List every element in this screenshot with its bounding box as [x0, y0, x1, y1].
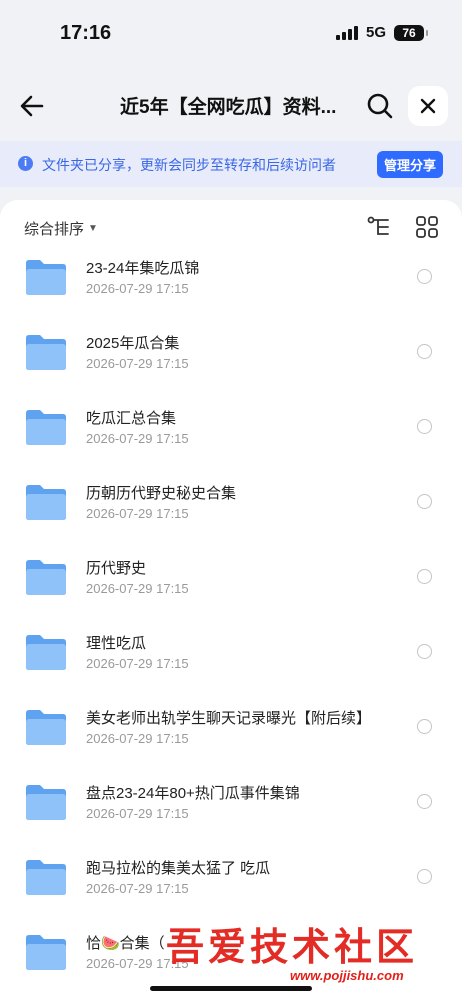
- folder-icon: [26, 935, 66, 970]
- file-name: 历朝历代野史秘史合集: [86, 485, 237, 502]
- close-icon: [420, 98, 436, 114]
- file-name: 吃瓜汇总合集: [86, 410, 177, 427]
- file-list: 23-24年集吃瓜锦 2026-07-29 17:15 2025年瓜合集 202…: [0, 245, 462, 995]
- file-date: 2026-07-29 17:15: [86, 431, 189, 446]
- folder-icon: [26, 710, 66, 745]
- manage-share-button[interactable]: 管理分享: [377, 151, 443, 178]
- tree-view-icon: [367, 216, 389, 235]
- list-item[interactable]: 23-24年集吃瓜锦 2026-07-29 17:15: [0, 245, 462, 320]
- status-time: 17:16: [60, 22, 112, 44]
- file-name: 恰🍉合集（: [86, 935, 165, 952]
- file-name: 理性吃瓜: [86, 635, 147, 652]
- list-item[interactable]: 盘点23-24年80+热门瓜事件集锦 2026-07-29 17:15: [0, 770, 462, 845]
- signal-icon: [335, 25, 358, 40]
- search-icon: [367, 93, 393, 119]
- select-checkbox[interactable]: [417, 794, 432, 809]
- list-item[interactable]: 理性吃瓜 2026-07-29 17:15: [0, 620, 462, 695]
- file-name: 23-24年集吃瓜锦: [86, 260, 200, 277]
- folder-icon: [26, 785, 66, 820]
- battery-icon: 76: [394, 24, 428, 41]
- file-date: 2026-07-29 17:15: [86, 356, 189, 371]
- network-label: 5G: [365, 24, 386, 41]
- share-notice: 文件夹已分享，更新会同步至转存和后续访问者: [42, 157, 336, 173]
- file-panel: 综合排序 ▼ 23-24年集吃瓜锦 2026-07-29 17:15 2025年…: [0, 200, 462, 1000]
- sort-label: 综合排序: [24, 221, 85, 238]
- list-item[interactable]: 历代野史 2026-07-29 17:15: [0, 545, 462, 620]
- nav-bar: 近5年【全网吃瓜】资料...: [0, 84, 462, 128]
- select-checkbox[interactable]: [417, 419, 432, 434]
- folder-icon: [26, 335, 66, 370]
- list-item[interactable]: 历朝历代野史秘史合集 2026-07-29 17:15: [0, 470, 462, 545]
- file-name: 跑马拉松的集美太猛了 吃瓜: [86, 860, 271, 877]
- select-checkbox[interactable]: [417, 719, 432, 734]
- close-button[interactable]: [408, 86, 448, 126]
- share-banner: i 文件夹已分享，更新会同步至转存和后续访问者 管理分享: [0, 141, 462, 187]
- file-date: 2026-07-29 17:15: [86, 506, 189, 521]
- select-checkbox[interactable]: [417, 269, 432, 284]
- file-name: 2025年瓜合集: [86, 335, 180, 352]
- watermark-logo: 吾爱技术社区: [166, 924, 419, 969]
- file-date: 2026-07-29 17:15: [86, 281, 189, 296]
- watermark-url: www.pojjishu.com: [290, 968, 404, 983]
- page-title: 近5年【全网吃瓜】资料...: [120, 97, 337, 118]
- status-indicators: 5G 76: [335, 24, 428, 41]
- folder-icon: [26, 635, 66, 670]
- info-icon: i: [18, 156, 33, 171]
- file-name: 美女老师出轨学生聊天记录曝光【附后续】: [86, 710, 372, 727]
- list-item[interactable]: 美女老师出轨学生聊天记录曝光【附后续】 2026-07-29 17:15: [0, 695, 462, 770]
- folder-icon: [26, 560, 66, 595]
- list-item[interactable]: 吃瓜汇总合集 2026-07-29 17:15: [0, 395, 462, 470]
- file-date: 2026-07-29 17:15: [86, 806, 189, 821]
- home-indicator: [150, 986, 312, 991]
- select-checkbox[interactable]: [417, 344, 432, 359]
- folder-icon: [26, 485, 66, 520]
- file-date: 2026-07-29 17:15: [86, 656, 189, 671]
- file-date: 2026-07-29 17:15: [86, 881, 189, 896]
- list-item[interactable]: 2025年瓜合集 2026-07-29 17:15: [0, 320, 462, 395]
- back-button[interactable]: [16, 90, 48, 122]
- select-checkbox[interactable]: [417, 869, 432, 884]
- folder-icon: [26, 410, 66, 445]
- file-name: 历代野史: [86, 560, 147, 577]
- file-date: 2026-07-29 17:15: [86, 581, 189, 596]
- sort-dropdown[interactable]: 综合排序 ▼: [24, 218, 98, 239]
- search-button[interactable]: [364, 90, 396, 122]
- grid-view-icon: [416, 216, 438, 238]
- select-checkbox[interactable]: [417, 494, 432, 509]
- list-item[interactable]: 跑马拉松的集美太猛了 吃瓜 2026-07-29 17:15: [0, 845, 462, 920]
- select-checkbox[interactable]: [417, 569, 432, 584]
- tree-view-button[interactable]: [366, 214, 392, 240]
- file-date: 2026-07-29 17:15: [86, 731, 189, 746]
- status-bar: 17:16 5G 76: [0, 0, 462, 70]
- folder-icon: [26, 260, 66, 295]
- back-arrow-icon: [20, 95, 44, 117]
- file-name: 盘点23-24年80+热门瓜事件集锦: [86, 785, 300, 802]
- chevron-down-icon: ▼: [88, 223, 98, 234]
- grid-view-button[interactable]: [414, 214, 440, 240]
- folder-icon: [26, 860, 66, 895]
- select-checkbox[interactable]: [417, 644, 432, 659]
